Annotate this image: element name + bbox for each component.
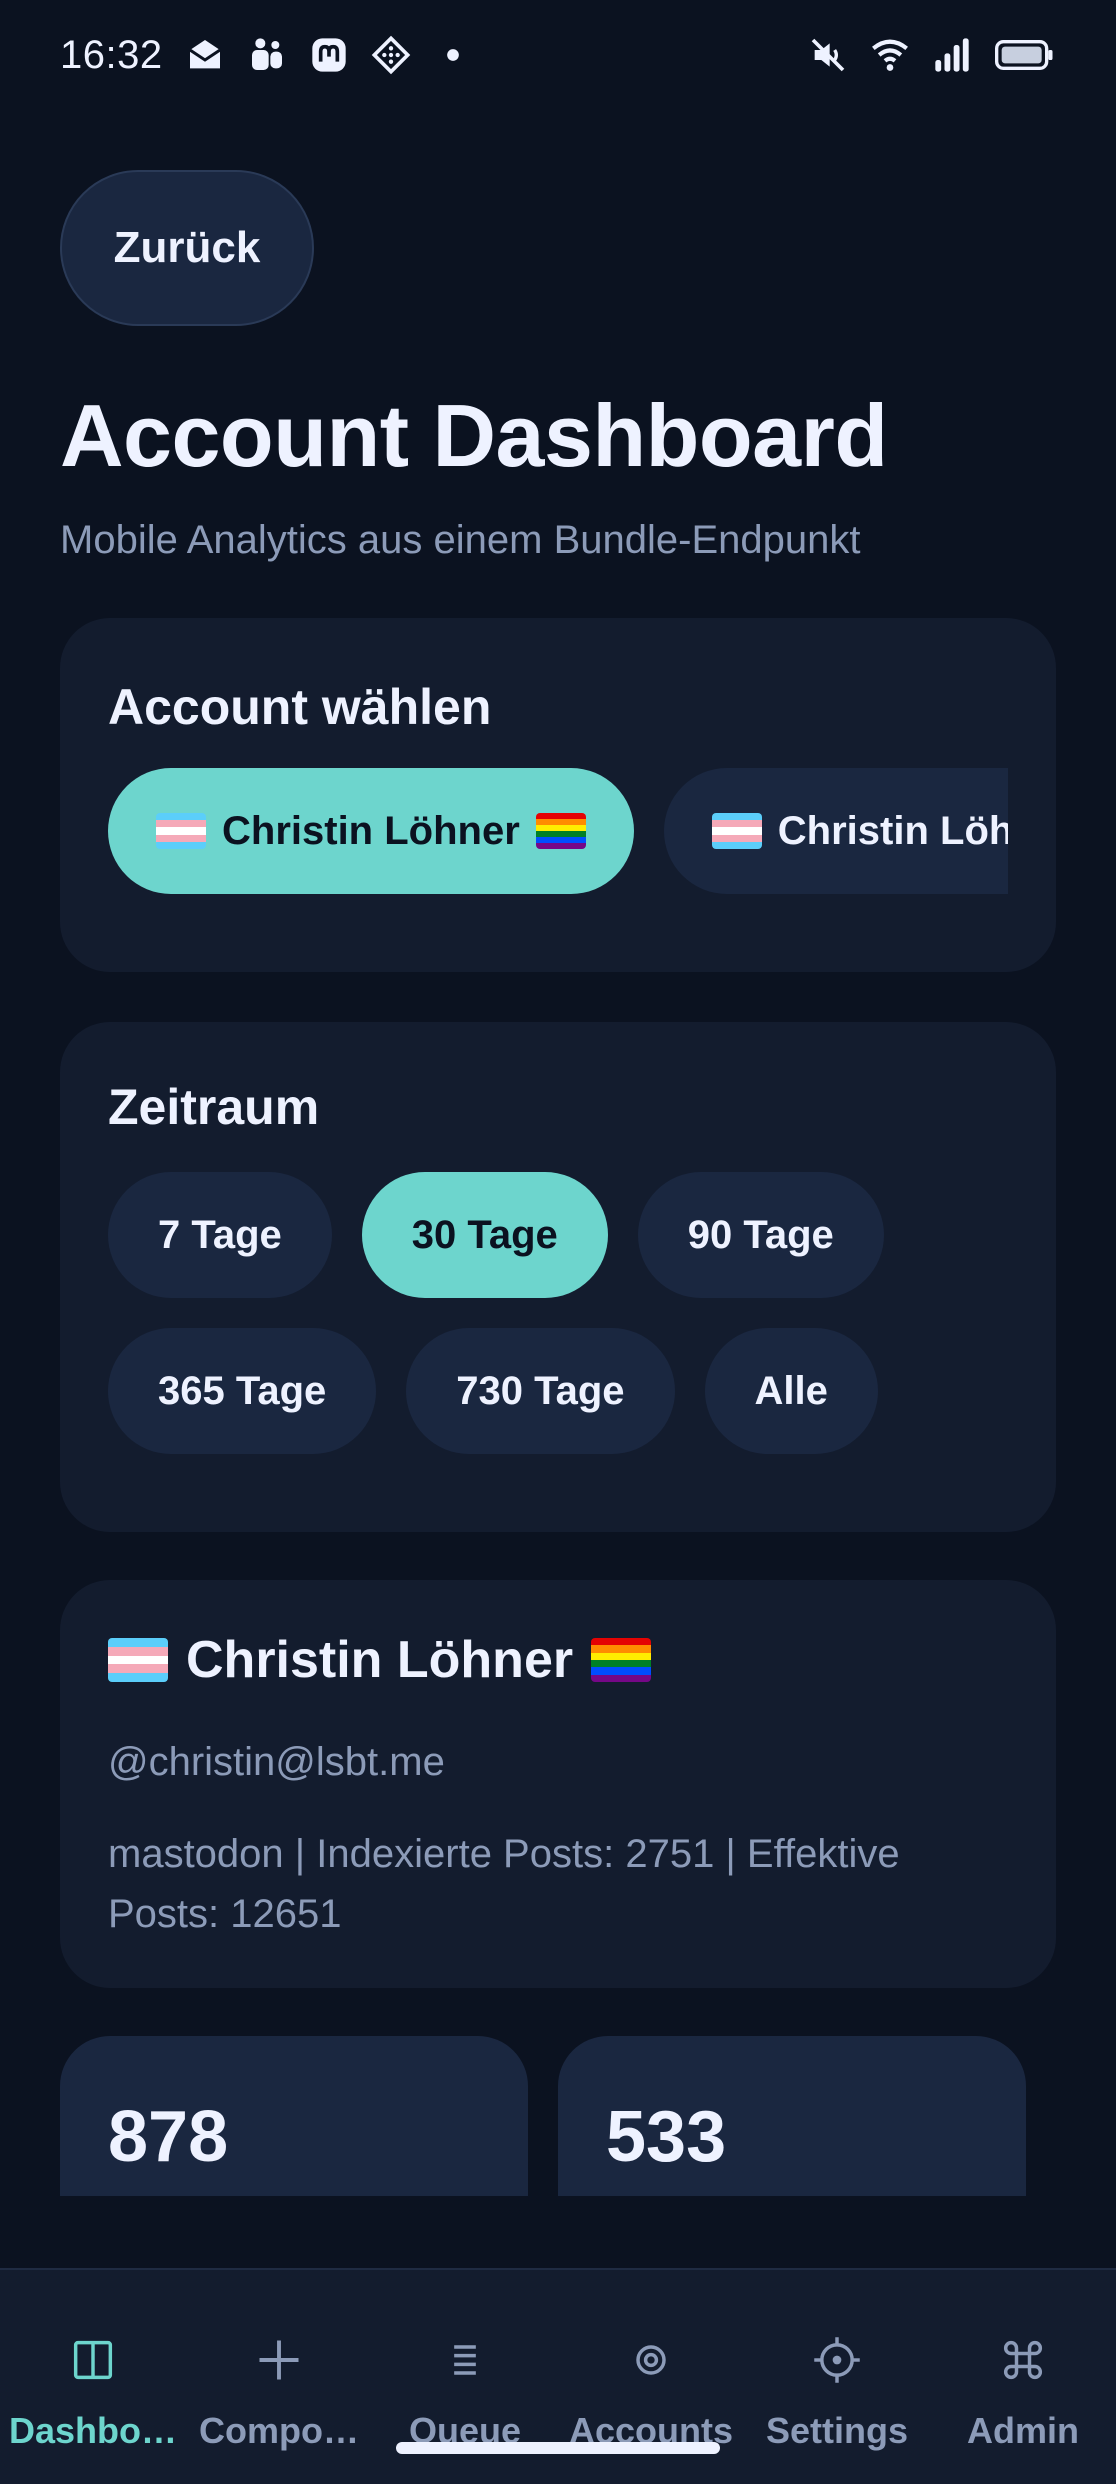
profile-card: Christin Löhner @christin@lsbt.me mastod…: [60, 1580, 1056, 1988]
dot-icon: [433, 35, 473, 75]
app-grid-icon: [371, 35, 411, 75]
stat-tile-2: 533: [558, 2036, 1026, 2196]
back-button[interactable]: Zurück: [60, 170, 314, 326]
plus-icon: [251, 2332, 307, 2388]
gear-icon: [809, 2332, 865, 2388]
account-picker-heading: Account wählen: [108, 679, 492, 735]
status-bar: 16:32: [0, 0, 1116, 110]
status-right: [808, 35, 1056, 75]
nav-settings[interactable]: Settings: [744, 2270, 930, 2484]
nav-label: Dashbo…: [8, 2410, 177, 2451]
account-chip-list[interactable]: Christin Löhner Christin Löhn: [108, 768, 1008, 894]
mastodon-icon: [309, 35, 349, 75]
period-all[interactable]: Alle: [704, 1328, 878, 1454]
command-icon: [995, 2332, 1051, 2388]
profile-handle: @christin@lsbt.me: [108, 1740, 445, 1784]
target-icon: [623, 2332, 679, 2388]
nav-label: Admin: [967, 2410, 1079, 2451]
page-title: Account Dashboard: [60, 386, 888, 485]
account-picker-card: Account wählen Christin Löhner Christin …: [60, 618, 1056, 972]
period-card: Zeitraum 7 Tage 30 Tage 90 Tage 365 Tage…: [60, 1022, 1056, 1532]
period-90-days[interactable]: 90 Tage: [637, 1172, 884, 1298]
account-chip-label: Christin Löhn: [777, 808, 1008, 853]
status-left: 16:32: [60, 33, 473, 78]
trans-flag-icon: [108, 1638, 168, 1682]
mute-icon: [808, 35, 848, 75]
nav-admin[interactable]: Admin: [930, 2270, 1116, 2484]
stat-value: 533: [606, 2097, 727, 2177]
rainbow-flag-icon: [591, 1638, 652, 1682]
sidebar-icon: [65, 2332, 121, 2388]
list-icon: [437, 2332, 493, 2388]
nav-label: Compo…: [199, 2410, 359, 2451]
profile-name: Christin Löhner: [108, 1630, 652, 1690]
account-chip-label: Christin Löhner: [222, 808, 520, 853]
signal-icon: [932, 35, 972, 75]
stat-tile-1: 878: [60, 2036, 528, 2196]
stat-value: 878: [108, 2097, 229, 2177]
profile-meta: mastodon | Indexierte Posts: 2751 | Effe…: [108, 1832, 900, 1936]
period-730-days[interactable]: 730 Tage: [406, 1328, 675, 1454]
nav-label: Settings: [765, 2410, 908, 2451]
period-heading: Zeitraum: [108, 1079, 320, 1135]
trans-flag-icon: [156, 813, 206, 849]
period-365-days[interactable]: 365 Tage: [108, 1328, 377, 1454]
status-time: 16:32: [60, 32, 163, 77]
nav-dashboard[interactable]: Dashbo…: [0, 2270, 186, 2484]
trans-flag-icon: [711, 813, 762, 849]
mail-icon: [185, 35, 225, 75]
account-chip-1[interactable]: Christin Löhner: [108, 768, 634, 894]
battery-icon: [994, 35, 1056, 75]
page-subtitle: Mobile Analytics aus einem Bundle-Endpun…: [60, 518, 861, 562]
period-options: 7 Tage 30 Tage 90 Tage 365 Tage 730 Tage…: [108, 1172, 1008, 1454]
screen: 16:32 Zurück Account Dashboard Mobile An…: [0, 0, 1116, 2484]
period-30-days[interactable]: 30 Tage: [361, 1172, 608, 1298]
account-chip-2[interactable]: Christin Löhn: [663, 768, 1008, 894]
teams-icon: [247, 35, 287, 75]
nav-compose[interactable]: Compo…: [186, 2270, 372, 2484]
period-7-days[interactable]: 7 Tage: [108, 1172, 332, 1298]
profile-name-text: Christin Löhner: [186, 1631, 574, 1689]
wifi-icon: [870, 35, 910, 75]
home-indicator[interactable]: [396, 2442, 720, 2454]
rainbow-flag-icon: [535, 813, 586, 849]
